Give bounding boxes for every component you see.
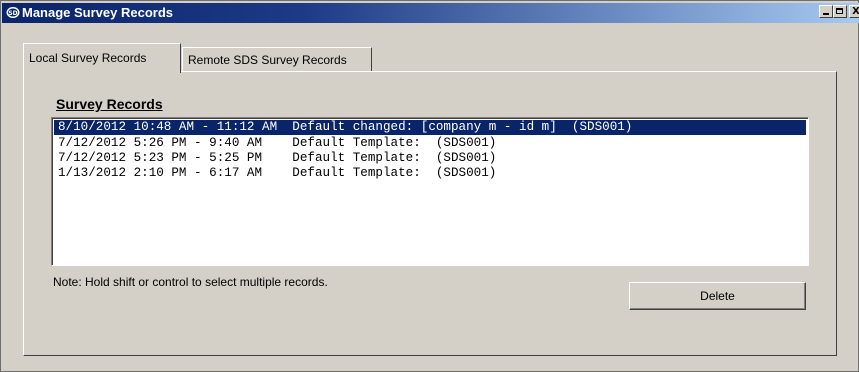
manage-survey-records-window: SD Manage Survey Records X Local Survey … xyxy=(0,0,859,372)
maximize-button[interactable] xyxy=(833,5,847,18)
list-item[interactable]: 7/12/2012 5:26 PM - 9:40 AM Default Temp… xyxy=(54,136,806,151)
maximize-icon xyxy=(836,8,843,14)
list-item[interactable]: 1/13/2012 2:10 PM - 6:17 AM Default Temp… xyxy=(54,166,806,181)
list-item[interactable]: 7/12/2012 5:23 PM - 5:25 PM Default Temp… xyxy=(54,151,806,166)
survey-records-heading: Survey Records xyxy=(56,96,163,112)
app-logo-icon: SD xyxy=(6,6,20,19)
close-button[interactable]: X xyxy=(849,5,859,18)
close-icon: X xyxy=(852,6,859,17)
list-item[interactable]: 8/10/2012 10:48 AM - 11:12 AM Default ch… xyxy=(54,120,806,135)
window-title: Manage Survey Records xyxy=(22,5,174,20)
multi-select-note: Note: Hold shift or control to select mu… xyxy=(53,275,328,289)
svg-text:SD: SD xyxy=(8,10,17,17)
minimize-button[interactable] xyxy=(819,5,833,18)
minimize-icon xyxy=(823,13,829,15)
survey-records-list[interactable]: 8/10/2012 10:48 AM - 11:12 AM Default ch… xyxy=(51,117,809,266)
title-bar[interactable]: SD Manage Survey Records X xyxy=(2,3,859,23)
tab-local-survey-records[interactable]: Local Survey Records xyxy=(23,43,181,73)
tab-remote-sds-survey-records[interactable]: Remote SDS Survey Records xyxy=(182,47,372,71)
delete-button[interactable]: Delete xyxy=(629,282,806,310)
